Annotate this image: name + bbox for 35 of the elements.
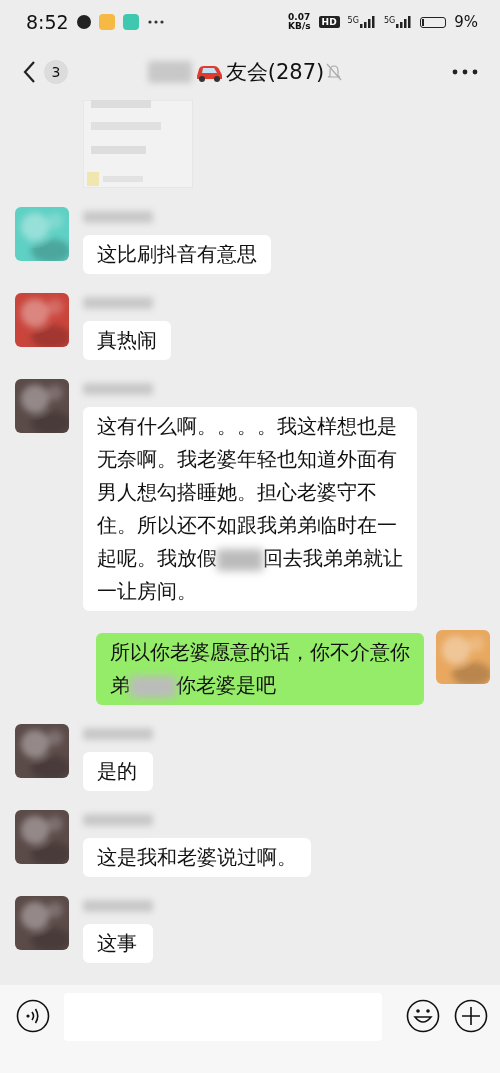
speed-unit: KB/s bbox=[288, 22, 311, 31]
blurred-name bbox=[83, 814, 153, 826]
add-icon[interactable] bbox=[454, 999, 488, 1033]
message-bubble: 这是我和老婆说过啊。 bbox=[83, 838, 311, 877]
network-speed: 0.07 bbox=[288, 13, 311, 22]
message-bubble: 这有什么啊。。。。我这样想也是 无奈啊。我老婆年轻也知道外面有 男人想勾搭睡她。担心老婆守不 住。所以还不如跟我弟弟临时在一 起呢。我放假 回去我弟弟就让 一让房间。 bbox=[83, 407, 417, 611]
more-notifications-icon bbox=[146, 19, 165, 25]
network-type: 5G bbox=[347, 16, 359, 25]
blurred-name bbox=[83, 297, 153, 309]
signal-icon bbox=[396, 16, 413, 28]
signal-icon bbox=[359, 16, 376, 28]
blurred-name bbox=[83, 211, 153, 223]
blurred-text bbox=[147, 61, 192, 83]
emoji-icon[interactable] bbox=[406, 999, 440, 1033]
blurred-name bbox=[83, 383, 153, 395]
chat-title: 友会(287) bbox=[225, 59, 325, 86]
notification-icon bbox=[76, 15, 91, 29]
app-icon bbox=[122, 14, 139, 30]
app-icon bbox=[98, 14, 115, 30]
clock-time: 8:52 bbox=[26, 11, 69, 33]
battery-percent: 9% bbox=[454, 13, 478, 31]
message-bubble: 这事 bbox=[83, 924, 153, 963]
back-icon[interactable] bbox=[22, 60, 36, 84]
message-bubble: 是的 bbox=[83, 752, 153, 791]
network-type: 5G bbox=[383, 16, 396, 25]
blurred-name bbox=[83, 728, 153, 740]
voice-icon[interactable] bbox=[16, 999, 50, 1033]
message-bubble: 真热闹 bbox=[83, 321, 171, 360]
message-bubble: 所以你老婆愿意的话，你不介意你 弟 你老婆是吧 bbox=[96, 633, 424, 705]
blurred-name bbox=[83, 900, 153, 912]
unread-badge: 3 bbox=[44, 60, 68, 84]
battery-icon bbox=[420, 16, 447, 28]
message-bubble: 这比刷抖音有意思 bbox=[83, 235, 271, 274]
more-icon[interactable] bbox=[452, 69, 478, 75]
hd-badge: HD bbox=[318, 16, 340, 28]
